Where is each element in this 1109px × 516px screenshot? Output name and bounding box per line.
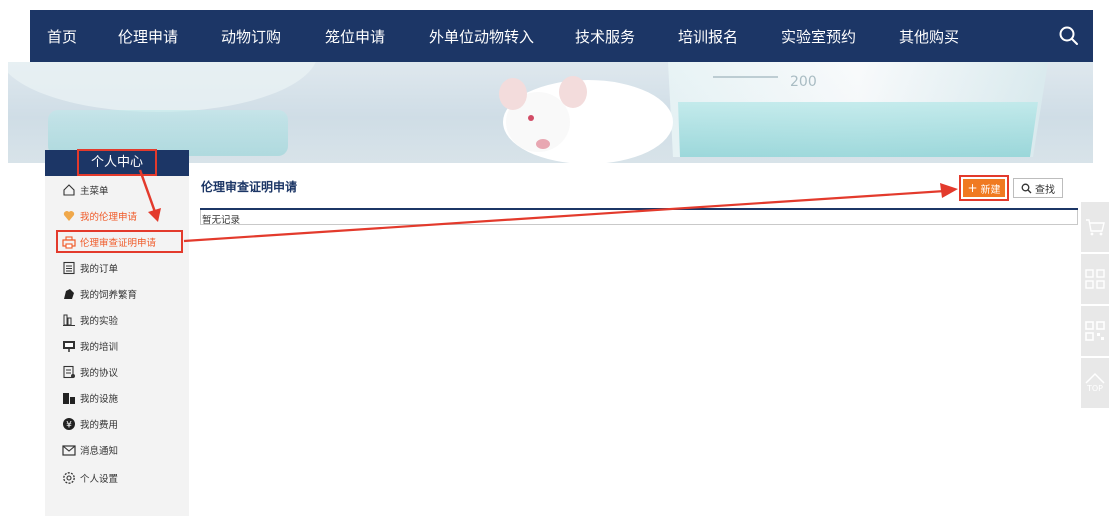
sidebar-item-settings[interactable]: 个人设置: [62, 468, 118, 488]
back-to-top-button[interactable]: TOP: [1081, 358, 1109, 408]
sidebar-item-label: 我的费用: [80, 420, 119, 431]
animal-icon: [62, 287, 76, 301]
sidebar-item-label: 我的伦理申请: [80, 212, 138, 223]
nav-item-transfer[interactable]: 外单位动物转入: [429, 26, 534, 47]
page-title: 伦理审查证明申请: [201, 180, 298, 194]
nav-item-lab-booking[interactable]: 实验室预约: [781, 26, 856, 47]
cart-icon[interactable]: [1081, 202, 1109, 252]
sidebar-item-label: 我的设施: [80, 394, 119, 405]
grid-icon[interactable]: [1081, 254, 1109, 304]
new-button-label: 新建: [980, 184, 1001, 196]
new-button[interactable]: + 新建: [963, 179, 1005, 197]
training-icon: [62, 339, 76, 353]
find-button-label: 查找: [1035, 184, 1055, 196]
sidebar-item-my-training[interactable]: 我的培训: [62, 336, 118, 356]
lab-icon: [62, 313, 76, 327]
search-icon: [1021, 183, 1032, 194]
sidebar-item-notifications[interactable]: 消息通知: [62, 440, 118, 460]
svg-text:¥: ¥: [66, 421, 72, 431]
sidebar-item-label: 我的订单: [80, 264, 119, 275]
list-icon: [62, 261, 76, 275]
nav-item-other-purchase[interactable]: 其他购买: [899, 26, 959, 47]
nav-item-training[interactable]: 培训报名: [678, 26, 738, 47]
mail-icon: [62, 443, 76, 457]
sidebar-item-breeding[interactable]: 我的饲养繁育: [62, 284, 137, 304]
nav-item-home[interactable]: 首页: [47, 26, 77, 47]
top-label: TOP: [1086, 384, 1103, 393]
arrow-to-new-head: [940, 183, 958, 198]
building-icon: [62, 391, 76, 405]
records-table: [200, 210, 1078, 225]
sidebar-item-label: 主菜单: [80, 186, 109, 197]
yen-icon: ¥: [62, 417, 76, 431]
sidebar-header: 个人中心: [45, 149, 189, 176]
document-icon: [62, 365, 76, 379]
heart-hand-icon: [62, 209, 76, 223]
plus-icon: +: [967, 181, 978, 195]
sidebar-item-fees[interactable]: ¥ 我的费用: [62, 414, 118, 434]
empty-state-text: 暂无记录: [202, 215, 241, 226]
sidebar-item-my-ethics[interactable]: 我的伦理申请: [62, 206, 137, 226]
nav-item-cage[interactable]: 笼位申请: [325, 26, 385, 47]
sidebar-item-label: 我的协议: [80, 368, 119, 379]
top-icon: [1085, 372, 1105, 384]
sidebar-item-agreements[interactable]: 我的协议: [62, 362, 118, 382]
sidebar-item-facilities[interactable]: 我的设施: [62, 388, 118, 408]
sidebar-item-label: 我的饲养繁育: [80, 290, 138, 301]
sidebar-item-my-orders[interactable]: 我的订单: [62, 258, 118, 278]
nav-item-animal-order[interactable]: 动物订购: [221, 26, 281, 47]
active-item-highlight: [56, 230, 183, 253]
nav-item-tech-service[interactable]: 技术服务: [575, 26, 635, 47]
search-icon[interactable]: [1057, 24, 1081, 48]
floating-toolbar: TOP: [1081, 202, 1109, 410]
sidebar-item-label: 我的实验: [80, 316, 119, 327]
sidebar-item-label: 我的培训: [80, 342, 119, 353]
sidebar: 个人中心 主菜单 我的伦理申请 伦理审查证明申请 我的订单 我的饲养繁育 我的实…: [45, 149, 189, 516]
sidebar-title: 个人中心: [77, 149, 157, 176]
home-icon: [62, 183, 76, 197]
sidebar-item-label: 个人设置: [80, 474, 119, 485]
sidebar-item-main-menu[interactable]: 主菜单: [62, 180, 109, 200]
gear-icon: [62, 471, 76, 485]
banner-image: 200: [8, 62, 1093, 163]
qrcode-icon[interactable]: [1081, 306, 1109, 356]
sidebar-item-experiments[interactable]: 我的实验: [62, 310, 118, 330]
top-nav: 首页 伦理申请 动物订购 笼位申请 外单位动物转入 技术服务 培训报名 实验室预…: [30, 10, 1093, 62]
find-button[interactable]: 查找: [1013, 178, 1063, 198]
page: 首页 伦理申请 动物订购 笼位申请 外单位动物转入 技术服务 培训报名 实验室预…: [0, 0, 1109, 516]
sidebar-item-label: 消息通知: [80, 446, 119, 457]
nav-item-ethics[interactable]: 伦理申请: [118, 26, 178, 47]
flask-label: 200: [790, 74, 817, 90]
